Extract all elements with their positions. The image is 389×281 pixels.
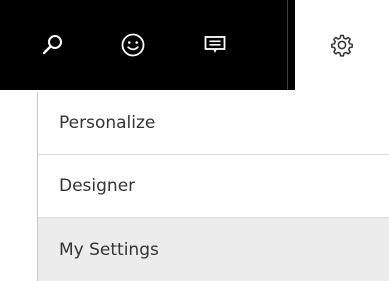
menu-item-label: My Settings xyxy=(59,239,159,260)
topbar-divider xyxy=(287,0,288,90)
gear-icon xyxy=(331,34,353,57)
search-button[interactable] xyxy=(28,0,78,90)
settings-dropdown-menu: Personalize Designer My Settings xyxy=(37,92,389,281)
app-header-region: Personalize Designer My Settings xyxy=(0,0,389,281)
smiley-icon xyxy=(121,33,145,57)
menu-item-designer[interactable]: Designer xyxy=(38,155,389,217)
chat-button[interactable] xyxy=(190,0,240,90)
menu-item-personalize[interactable]: Personalize xyxy=(38,92,389,154)
chat-icon xyxy=(204,36,226,53)
menu-item-my-settings[interactable]: My Settings xyxy=(38,218,389,281)
top-navigation-bar xyxy=(0,0,295,90)
feedback-button[interactable] xyxy=(108,0,158,90)
menu-item-label: Personalize xyxy=(59,113,156,133)
settings-button[interactable] xyxy=(295,0,389,90)
search-icon xyxy=(42,35,62,55)
menu-item-label: Designer xyxy=(59,176,136,196)
